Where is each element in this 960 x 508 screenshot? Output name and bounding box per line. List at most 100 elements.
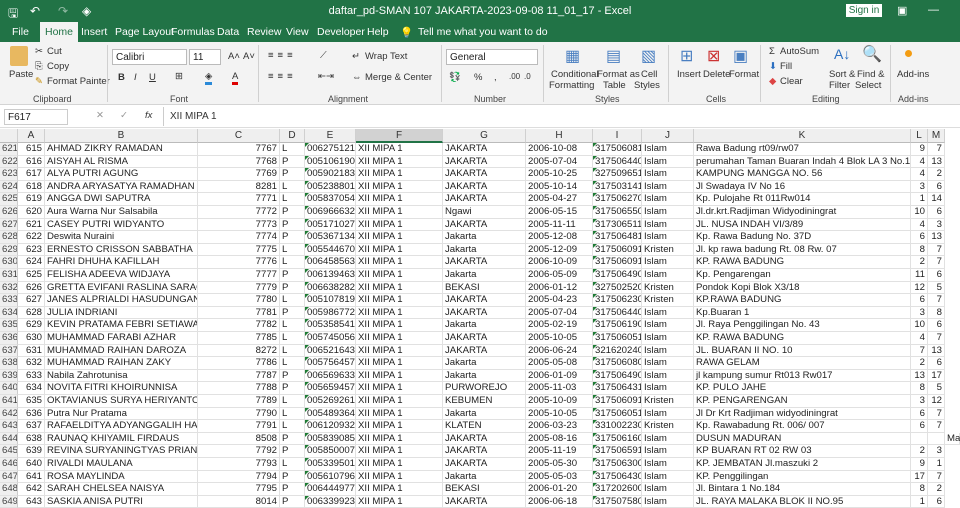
cell-birthplace[interactable]: JAKARTA <box>443 218 526 232</box>
cell-no[interactable]: 641 <box>18 470 45 484</box>
cell-address[interactable]: KP. RAWA BADUNG <box>694 256 911 269</box>
cell-birthplace[interactable]: BEKASI <box>443 483 526 496</box>
cell-nisn[interactable]: 0061394631 <box>305 269 356 282</box>
cell-religion[interactable]: Islam <box>642 382 694 395</box>
cell-address[interactable]: KP. JEMBATAN Jl.maszuki 2 <box>694 458 911 471</box>
cell-religion[interactable]: Islam <box>642 483 694 496</box>
cell-nik[interactable]: 3175060912 <box>593 243 642 257</box>
name-box[interactable]: F617 <box>4 109 68 125</box>
cell-rw[interactable]: 2 <box>928 483 945 496</box>
cell-nipd[interactable]: 7786 <box>198 357 280 370</box>
cell-rw[interactable]: 12 <box>928 395 945 408</box>
cell-birthdate[interactable]: 2005-11-03 <box>526 382 593 395</box>
cell-birthplace[interactable]: Jakarta <box>443 231 526 244</box>
row-header[interactable]: 637 <box>0 344 18 358</box>
cell-nipd[interactable]: 7773 <box>198 218 280 232</box>
cell-nipd[interactable]: 7782 <box>198 319 280 332</box>
tab-developer[interactable]: Developer <box>317 26 365 38</box>
cell-nipd[interactable]: 7793 <box>198 458 280 471</box>
cell-rt[interactable]: 4 <box>911 218 928 232</box>
row-header[interactable]: 628 <box>0 231 18 244</box>
cell-nipd[interactable]: 7780 <box>198 294 280 307</box>
cell-nisn[interactable]: 0057450567 <box>305 332 356 345</box>
cell-nipd[interactable]: 8281 <box>198 180 280 194</box>
cell-rw[interactable]: 8 <box>928 306 945 320</box>
cell-birthplace[interactable]: JAKARTA <box>443 256 526 269</box>
cell-address[interactable]: Rawa Badung rt09/rw07 <box>694 143 911 156</box>
cell-religion[interactable]: Islam <box>642 231 694 244</box>
cell-class[interactable]: XII MIPA 1 <box>356 180 443 194</box>
cell-class[interactable]: XII MIPA 1 <box>356 420 443 433</box>
cell-rt[interactable]: 6 <box>911 407 928 421</box>
row-header[interactable]: 627 <box>0 218 18 232</box>
cell-birthplace[interactable]: KLATEN <box>443 420 526 433</box>
cell-gender[interactable]: L <box>280 143 305 156</box>
increase-decimal-icon[interactable]: .00 <box>509 72 520 81</box>
tab-view[interactable]: View <box>286 26 309 38</box>
cell-birthdate[interactable]: 2005-05-30 <box>526 458 593 471</box>
cell-gender[interactable]: L <box>280 319 305 332</box>
column-header-k[interactable]: K <box>694 129 911 143</box>
cell-class[interactable]: XII MIPA 1 <box>356 495 443 508</box>
cell-rw[interactable]: 14 <box>928 193 945 206</box>
cell-rw[interactable]: 6 <box>928 357 945 370</box>
cell-gender[interactable]: P <box>280 445 305 458</box>
cell-class[interactable]: XII MIPA 1 <box>356 231 443 244</box>
cell-nik[interactable]: 3175064407 <box>593 306 642 320</box>
row-header[interactable]: 643 <box>0 420 18 433</box>
cell-nipd[interactable]: 7771 <box>198 193 280 206</box>
cell-class[interactable]: XII MIPA 1 <box>356 294 443 307</box>
cell-no[interactable]: 623 <box>18 243 45 257</box>
cell-gender[interactable]: L <box>280 458 305 471</box>
cell-rt[interactable]: 7 <box>911 344 928 358</box>
cell-name[interactable]: NOVITA FITRI KHOIRUNNISA <box>45 382 198 395</box>
cell-birthdate[interactable]: 2006-05-15 <box>526 206 593 219</box>
cell-name[interactable]: KEVIN PRATAMA FEBRI SETIAWAN <box>45 319 198 332</box>
tab-formulas[interactable]: Formulas <box>171 26 215 38</box>
cell-rt[interactable]: 4 <box>911 155 928 169</box>
cell-address[interactable]: JL. BUARAN II NO. 10 <box>694 344 911 358</box>
cell-rw[interactable]: 6 <box>928 269 945 282</box>
cell-birthdate[interactable]: 2005-10-05 <box>526 332 593 345</box>
cell-birthplace[interactable]: KEBUMEN <box>443 395 526 408</box>
cell-no[interactable]: 628 <box>18 306 45 320</box>
fill-color-icon[interactable]: ◈ <box>205 71 213 85</box>
font-size-select[interactable]: 11 <box>189 49 221 65</box>
cell-nisn[interactable]: 0056594570 <box>305 382 356 395</box>
cell-class[interactable]: XII MIPA 1 <box>356 168 443 181</box>
cell-rt[interactable]: 2 <box>911 256 928 269</box>
row-header[interactable]: 646 <box>0 458 18 471</box>
cell-no[interactable]: 642 <box>18 483 45 496</box>
cell-no[interactable]: 625 <box>18 269 45 282</box>
cell-no[interactable]: 618 <box>18 180 45 194</box>
cell-birthdate[interactable]: 2005-05-08 <box>526 357 593 370</box>
cell-name[interactable]: REVINA SURYANINGTYAS PRIANDARI <box>45 445 198 458</box>
cell-nipd[interactable]: 7789 <box>198 395 280 408</box>
cell-birthplace[interactable]: JAKARTA <box>443 193 526 206</box>
cell-religion[interactable]: Islam <box>642 218 694 232</box>
cell-gender[interactable]: P <box>280 306 305 320</box>
cell-class[interactable]: XII MIPA 1 <box>356 382 443 395</box>
column-header-g[interactable]: G <box>443 129 526 143</box>
column-header-d[interactable]: D <box>280 129 305 143</box>
cell-no[interactable]: 621 <box>18 218 45 232</box>
cell-nik[interactable]: 3310022303 <box>593 420 642 433</box>
cell-birthdate[interactable]: 2005-05-03 <box>526 470 593 484</box>
bold-icon[interactable]: B <box>118 72 125 83</box>
cell-religion[interactable]: Islam <box>642 357 694 370</box>
cell-birthdate[interactable]: 2006-05-09 <box>526 269 593 282</box>
row-header[interactable]: 638 <box>0 357 18 370</box>
cell-rt[interactable]: 2 <box>911 445 928 458</box>
cell-nisn[interactable]: 0055446709 <box>305 243 356 257</box>
cell-name[interactable]: CASEY PUTRI WIDYANTO <box>45 218 198 232</box>
cell-name[interactable]: FELISHA ADEEVA WIDJAYA <box>45 269 198 282</box>
cell-rt[interactable]: 8 <box>911 243 928 257</box>
insert-function-icon[interactable]: fx <box>145 110 152 121</box>
cell-birthplace[interactable]: JAKARTA <box>443 155 526 169</box>
paste-icon[interactable] <box>10 46 28 66</box>
cell-birthdate[interactable]: 2005-08-16 <box>526 432 593 446</box>
formula-input[interactable]: XII MIPA 1 <box>163 107 960 126</box>
cell-rt[interactable]: 6 <box>911 420 928 433</box>
cell-rt[interactable]: 2 <box>911 357 928 370</box>
cell-class[interactable]: XII MIPA 1 <box>356 269 443 282</box>
